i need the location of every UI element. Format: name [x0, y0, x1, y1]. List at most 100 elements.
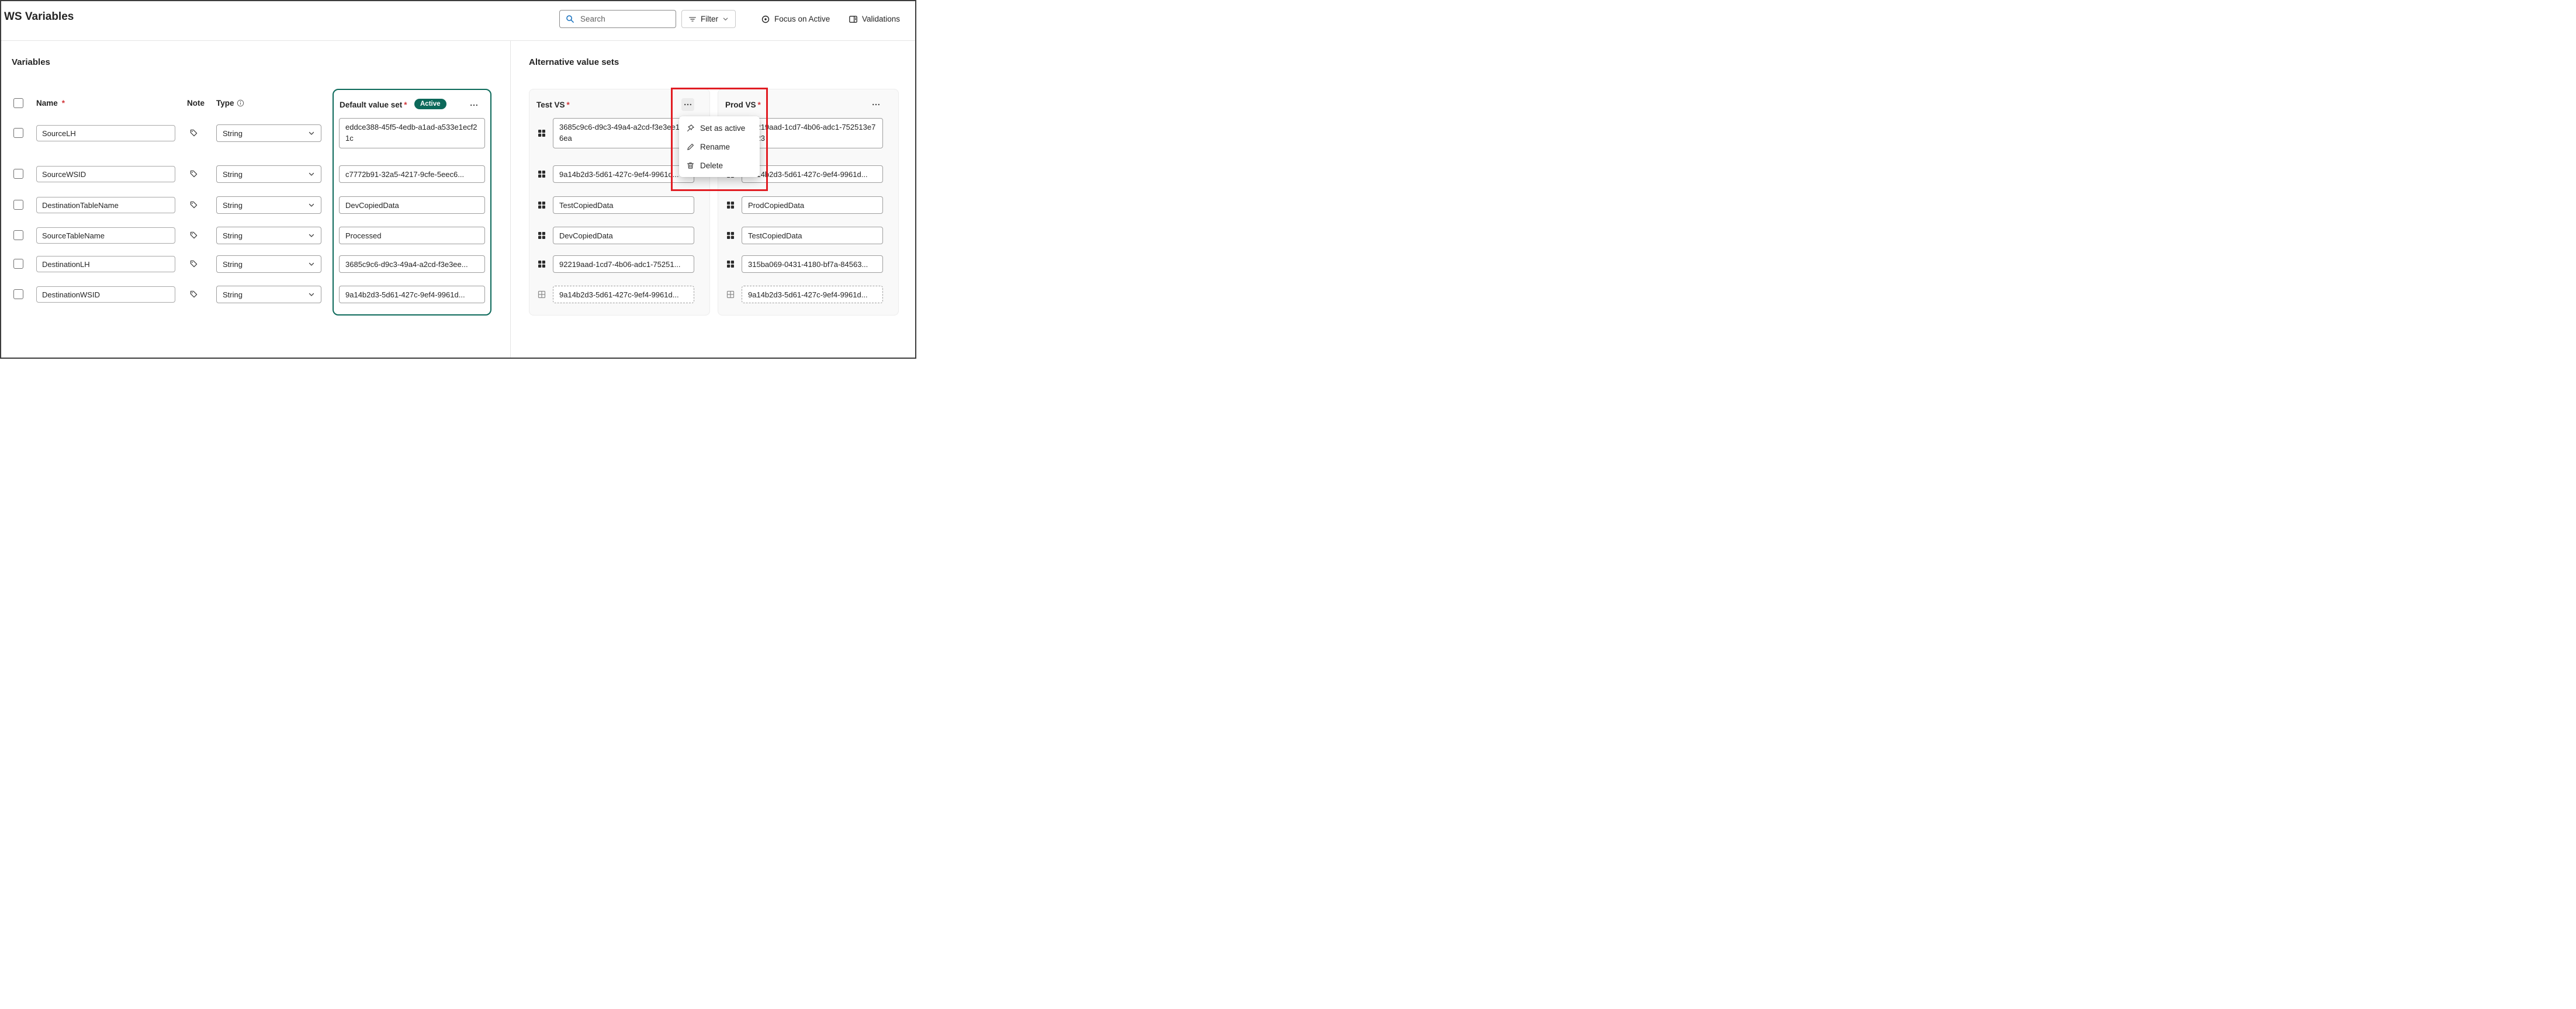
prod-vs-more-button[interactable]: [870, 98, 882, 111]
type-select[interactable]: String: [216, 196, 321, 214]
required-marker: *: [62, 99, 65, 108]
active-badge: Active: [414, 99, 446, 109]
type-select[interactable]: String: [216, 286, 321, 303]
default-value-field[interactable]: Processed: [339, 227, 485, 244]
required-marker: *: [758, 100, 761, 109]
menu-item-label: Delete: [700, 161, 723, 170]
note-icon[interactable]: [189, 259, 198, 268]
alt-value-field[interactable]: DevCopiedData: [553, 227, 694, 244]
validations-label: Validations: [862, 15, 900, 23]
focus-icon: [761, 15, 770, 24]
default-value-field[interactable]: 9a14b2d3-5d61-427c-9ef4-9961d...: [339, 286, 485, 303]
variable-name-input[interactable]: [36, 286, 175, 303]
variable-name-input[interactable]: [36, 227, 175, 244]
variable-value-icon: [726, 259, 735, 269]
alt-value-field[interactable]: TestCopiedData: [742, 227, 883, 244]
chevron-down-icon: [308, 232, 315, 239]
column-header-note: Note: [187, 99, 205, 108]
note-icon[interactable]: [189, 290, 198, 299]
section-divider: [510, 41, 511, 358]
alt-value-field[interactable]: ProdCopiedData: [742, 196, 883, 214]
value-set-title-prod: Prod VS*: [725, 100, 761, 109]
alt-value-field[interactable]: 9a14b2d3-5d61-427c-9ef4-9961d...: [553, 165, 694, 183]
chevron-down-icon: [308, 202, 315, 209]
test-vs-more-button[interactable]: [681, 98, 694, 111]
alt-value-field-inherited[interactable]: 9a14b2d3-5d61-427c-9ef4-9961d...: [553, 286, 694, 303]
alt-value-field-inherited[interactable]: 9a14b2d3-5d61-427c-9ef4-9961d...: [742, 286, 883, 303]
filter-button-label: Filter: [701, 15, 718, 23]
trash-icon: [686, 161, 695, 170]
filter-button[interactable]: Filter: [681, 10, 736, 28]
default-value-field[interactable]: DevCopiedData: [339, 196, 485, 214]
value-set-title-test: Test VS*: [536, 100, 570, 109]
note-icon[interactable]: [189, 231, 198, 240]
default-value-field[interactable]: eddce388-45f5-4edb-a1ad-a533e1ecf21c: [339, 118, 485, 148]
type-select[interactable]: String: [216, 165, 321, 183]
chevron-down-icon: [308, 261, 315, 268]
alt-sets-heading: Alternative value sets: [529, 57, 619, 67]
info-icon[interactable]: [237, 99, 244, 107]
variable-name-input[interactable]: [36, 125, 175, 141]
variable-name-input[interactable]: [36, 197, 175, 213]
header-divider: [1, 40, 915, 41]
chevron-down-icon: [722, 16, 729, 22]
alt-value-field[interactable]: TestCopiedData: [553, 196, 694, 214]
variable-name-input[interactable]: [36, 166, 175, 182]
alt-value-field[interactable]: 9a14b2d3-5d61-427c-9ef4-9961d...: [742, 165, 883, 183]
row-checkbox[interactable]: [13, 230, 23, 240]
more-icon: [469, 100, 479, 110]
focus-on-active-button[interactable]: Focus on Active: [757, 10, 833, 28]
variable-value-icon: [537, 200, 546, 210]
validations-icon: [849, 15, 858, 24]
context-menu: Set as active Rename Delete: [679, 116, 760, 177]
search-icon: [566, 15, 574, 23]
filter-icon: [688, 15, 697, 23]
focus-on-active-label: Focus on Active: [774, 15, 830, 23]
variable-value-icon: [726, 200, 735, 210]
chevron-down-icon: [308, 291, 315, 298]
note-icon[interactable]: [189, 200, 198, 209]
required-marker: *: [567, 100, 570, 109]
default-value-field[interactable]: c7772b91-32a5-4217-9cfe-5eec6...: [339, 165, 485, 183]
menu-item-rename[interactable]: Rename: [681, 137, 757, 156]
more-icon: [871, 100, 881, 109]
menu-item-set-as-active[interactable]: Set as active: [681, 119, 757, 137]
type-select[interactable]: String: [216, 124, 321, 142]
variable-name-input[interactable]: [36, 256, 175, 272]
column-header-name: Name*: [36, 99, 65, 108]
inherited-value-icon: [726, 290, 735, 299]
pin-icon: [686, 124, 695, 133]
page-title: WS Variables: [4, 11, 74, 23]
alt-value-field[interactable]: 3685c9c6-d9c3-49a4-a2cd-f3e3ee15f6ea: [553, 118, 694, 148]
alt-value-field[interactable]: 92219aad-1cd7-4b06-adc1-75251...: [553, 255, 694, 273]
chevron-down-icon: [308, 130, 315, 137]
default-set-more-button[interactable]: [468, 99, 480, 112]
row-checkbox[interactable]: [13, 128, 23, 138]
type-select[interactable]: String: [216, 255, 321, 273]
row-checkbox[interactable]: [13, 200, 23, 210]
note-icon[interactable]: [189, 129, 198, 137]
search-box: [559, 10, 676, 28]
row-checkbox[interactable]: [13, 259, 23, 269]
alt-value-field[interactable]: 92219aad-1cd7-4b06-adc1-752513e7e423: [742, 118, 883, 148]
select-all-checkbox[interactable]: [13, 98, 23, 108]
alt-value-field[interactable]: 315ba069-0431-4180-bf7a-84563...: [742, 255, 883, 273]
menu-item-delete[interactable]: Delete: [681, 156, 757, 175]
row-checkbox[interactable]: [13, 289, 23, 299]
validations-button[interactable]: Validations: [845, 10, 903, 28]
required-marker: *: [404, 100, 407, 109]
inherited-value-icon: [537, 290, 546, 299]
menu-item-label: Set as active: [700, 124, 745, 133]
variable-value-icon: [537, 259, 546, 269]
variable-value-icon: [537, 169, 546, 179]
default-value-field[interactable]: 3685c9c6-d9c3-49a4-a2cd-f3e3ee...: [339, 255, 485, 273]
row-checkbox[interactable]: [13, 169, 23, 179]
more-icon: [683, 100, 693, 109]
search-input[interactable]: [579, 14, 669, 24]
default-value-set-title: Default value set*: [340, 100, 407, 109]
variable-value-icon: [537, 129, 546, 138]
pencil-icon: [686, 143, 695, 151]
note-icon[interactable]: [189, 169, 198, 178]
column-header-type: Type: [216, 99, 244, 108]
type-select[interactable]: String: [216, 227, 321, 244]
